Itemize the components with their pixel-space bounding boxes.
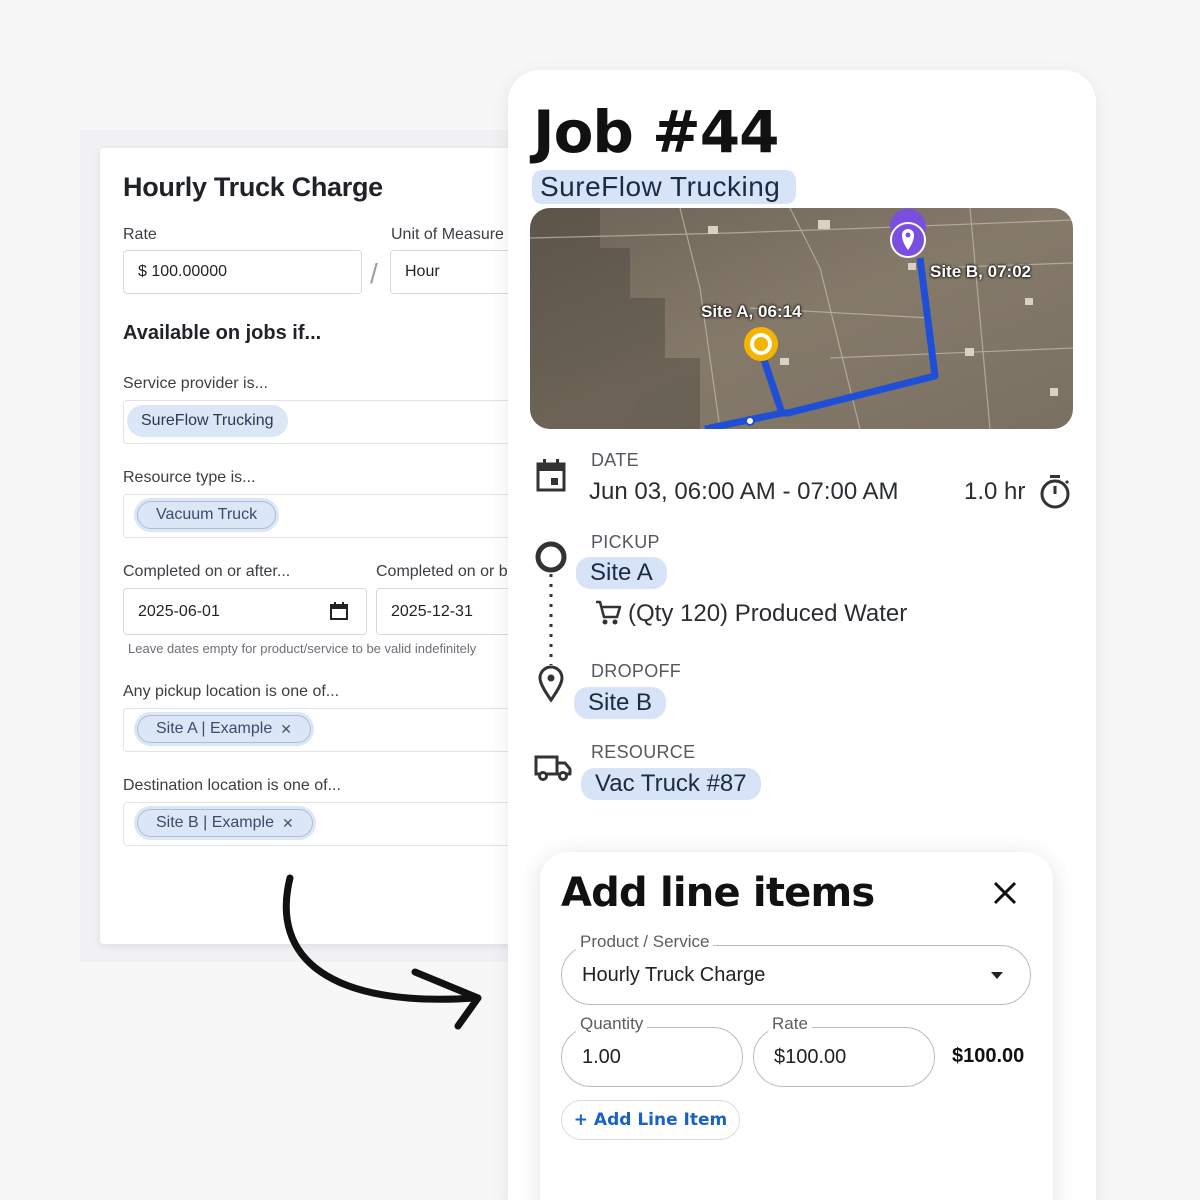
date-value: Jun 03, 06:00 AM - 07:00 AM <box>589 478 899 505</box>
job-title: Job #44 <box>533 98 779 166</box>
divider-slash: / <box>370 258 378 289</box>
rate-label: Rate <box>768 1014 812 1034</box>
completed-before-label: Completed on or b <box>376 563 508 580</box>
form-title: Hourly Truck Charge <box>123 172 383 202</box>
resource-pill[interactable]: Vac Truck #87 <box>581 768 761 800</box>
completed-before-value: 2025-12-31 <box>391 602 473 620</box>
resource-type-label: Resource type is... <box>123 469 256 486</box>
flow-arrow-icon <box>282 874 482 1030</box>
dropoff-label: DROPOFF <box>591 661 682 681</box>
product-service-label: Product / Service <box>576 932 714 952</box>
pricing-form-card: Hourly Truck Charge Rate $ 100.00000 / U… <box>100 148 520 944</box>
line-total: $100.00 <box>952 1045 1025 1067</box>
pickup-label: PICKUP <box>591 532 660 552</box>
chip-label: Site B | Example <box>156 814 274 831</box>
resource-type-chip[interactable]: Vacuum Truck <box>137 501 277 529</box>
close-icon[interactable] <box>990 878 1020 908</box>
service-provider-label: Service provider is... <box>123 375 268 392</box>
completed-after-label: Completed on or after... <box>123 563 291 580</box>
completed-before-input[interactable]: 2025-12-31 <box>376 588 520 635</box>
pickup-location-chip[interactable]: Site A | Example ✕ <box>137 715 311 743</box>
duration-value: 1.0 hr <box>964 478 1026 505</box>
truck-icon <box>534 755 572 781</box>
quantity-value: 1.00 <box>582 1045 621 1068</box>
uom-label: Unit of Measure <box>391 226 504 243</box>
chevron-down-icon <box>991 972 1003 979</box>
uom-value: Hour <box>405 263 440 280</box>
currency-symbol: $ <box>138 263 147 280</box>
availability-heading: Available on jobs if... <box>123 322 322 344</box>
company-badge: SureFlow Trucking <box>532 170 797 204</box>
add-line-items-modal: Add line items Hourly Truck Charge Produ… <box>540 852 1053 1200</box>
uom-select[interactable]: Hour <box>390 250 520 294</box>
site-b-map-label: Site B, 07:02 <box>930 262 1032 281</box>
quantity-label: Quantity <box>576 1014 648 1034</box>
chip-label: SureFlow Trucking <box>141 412 274 429</box>
resource-label: RESOURCE <box>591 742 696 762</box>
add-line-item-button[interactable]: + Add Line Item <box>561 1100 740 1140</box>
rate-value: 100.00000 <box>151 263 227 280</box>
remove-chip-icon[interactable]: ✕ <box>282 815 294 832</box>
product-service-select[interactable]: Hourly Truck Charge <box>561 945 1031 1005</box>
destination-location-chip[interactable]: Site B | Example ✕ <box>137 809 313 837</box>
rate-input[interactable]: $100.00 <box>753 1027 935 1087</box>
calendar-icon[interactable] <box>329 601 349 621</box>
map-canvas <box>530 208 1073 429</box>
destination-location-label: Destination location is one of... <box>123 777 341 794</box>
rate-value: $100.00 <box>774 1045 847 1068</box>
route-map[interactable]: Site A, 06:14 Site B, 07:02 <box>530 208 1073 429</box>
service-provider-chip[interactable]: SureFlow Trucking <box>127 405 288 437</box>
completed-after-input[interactable]: 2025-06-01 <box>123 588 367 635</box>
chip-label: Vacuum Truck <box>156 506 258 523</box>
resource-value: Vac Truck #87 <box>595 770 747 797</box>
product-service-value: Hourly Truck Charge <box>582 963 766 986</box>
pickup-product: (Qty 120) Produced Water <box>628 600 908 627</box>
quantity-input[interactable]: 1.00 <box>561 1027 743 1087</box>
remove-chip-icon[interactable]: ✕ <box>280 721 292 738</box>
route-timeline-icon <box>535 541 567 703</box>
chip-label: Site A | Example <box>156 720 273 737</box>
stopwatch-icon <box>1040 475 1070 509</box>
pickup-location-label: Any pickup location is one of... <box>123 683 340 700</box>
rate-label: Rate <box>123 226 157 243</box>
date-label: DATE <box>591 450 639 470</box>
dropoff-site-pill[interactable]: Site B <box>574 687 667 719</box>
site-a-map-label: Site A, 06:14 <box>701 302 802 321</box>
completed-after-value: 2025-06-01 <box>138 602 220 620</box>
dropoff-site: Site B <box>588 689 653 716</box>
dates-hint: Leave dates empty for product/service to… <box>128 641 477 656</box>
pickup-site-pill[interactable]: Site A <box>576 557 667 589</box>
modal-title: Add line items <box>561 870 875 916</box>
pickup-site: Site A <box>590 559 653 586</box>
rate-input[interactable]: $ 100.00000 <box>123 250 362 294</box>
calendar-icon <box>536 459 566 492</box>
cart-icon <box>596 600 622 625</box>
